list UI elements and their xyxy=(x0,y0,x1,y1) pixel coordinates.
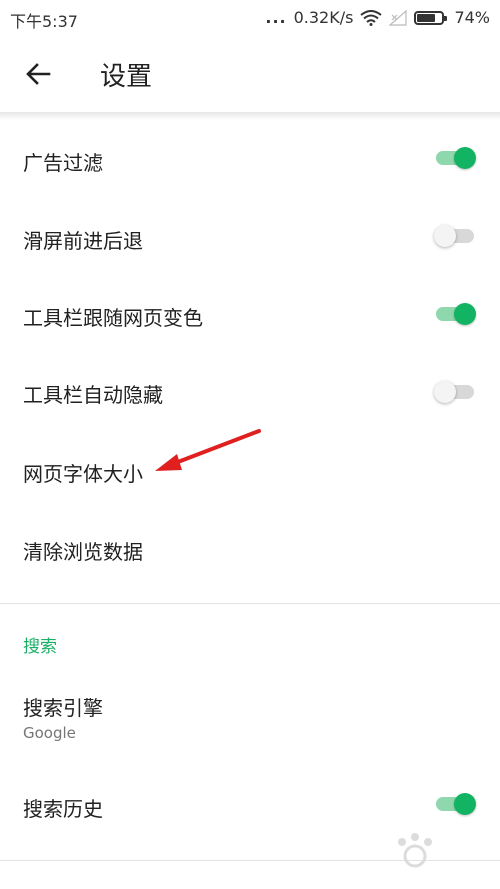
watermark-logo-icon xyxy=(398,833,432,868)
annotation-arrow-icon xyxy=(155,429,261,471)
